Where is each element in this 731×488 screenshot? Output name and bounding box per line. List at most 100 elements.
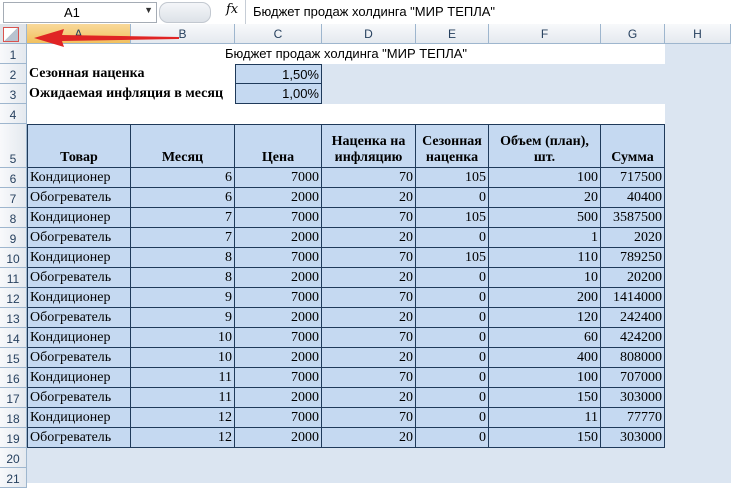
table-cell[interactable]: 1 — [489, 228, 601, 248]
row-header-10[interactable]: 10 — [0, 248, 27, 268]
table-cell[interactable]: Обогреватель — [27, 428, 131, 448]
table-cell[interactable]: 9 — [131, 288, 235, 308]
table-cell[interactable]: 7000 — [235, 368, 322, 388]
table-cell[interactable]: 9 — [131, 308, 235, 328]
row-header-21[interactable]: 21 — [0, 468, 27, 488]
table-cell[interactable]: 105 — [416, 208, 489, 228]
table-cell[interactable]: 0 — [416, 408, 489, 428]
table-cell[interactable]: 500 — [489, 208, 601, 228]
column-header-e[interactable]: E — [416, 24, 489, 44]
table-cell[interactable]: 8 — [131, 248, 235, 268]
table-cell[interactable]: 2000 — [235, 188, 322, 208]
table-cell[interactable]: 77770 — [601, 408, 665, 428]
table-cell[interactable]: 20 — [322, 348, 416, 368]
chevron-down-icon[interactable]: ▼ — [144, 5, 153, 15]
table-cell[interactable]: Кондиционер — [27, 208, 131, 228]
table-cell[interactable]: 150 — [489, 428, 601, 448]
column-header-h[interactable]: H — [665, 24, 731, 44]
table-cell[interactable]: Обогреватель — [27, 268, 131, 288]
table-cell[interactable]: Кондиционер — [27, 168, 131, 188]
table-cell[interactable]: 2000 — [235, 428, 322, 448]
row-header-5[interactable]: 5 — [0, 124, 27, 168]
row-header-12[interactable]: 12 — [0, 288, 27, 308]
table-cell[interactable]: 808000 — [601, 348, 665, 368]
table-cell[interactable]: Кондиционер — [27, 248, 131, 268]
formula-input[interactable]: Бюджет продаж холдинга "МИР ТЕПЛА" — [253, 4, 495, 19]
row-header-11[interactable]: 11 — [0, 268, 27, 288]
table-cell[interactable]: Обогреватель — [27, 228, 131, 248]
row-header-3[interactable]: 3 — [0, 84, 27, 104]
column-header-c[interactable]: C — [235, 24, 322, 44]
row-header-13[interactable]: 13 — [0, 308, 27, 328]
table-cell[interactable]: 20 — [322, 268, 416, 288]
table-cell[interactable]: 7000 — [235, 288, 322, 308]
table-cell[interactable]: Кондиционер — [27, 328, 131, 348]
table-cell[interactable]: Кондиционер — [27, 368, 131, 388]
column-header-d[interactable]: D — [322, 24, 416, 44]
table-cell[interactable]: 70 — [322, 168, 416, 188]
table-cell[interactable]: 2000 — [235, 388, 322, 408]
table-cell[interactable]: 20 — [322, 228, 416, 248]
table-cell[interactable]: Обогреватель — [27, 388, 131, 408]
table-cell[interactable]: 7000 — [235, 408, 322, 428]
row-header-17[interactable]: 17 — [0, 388, 27, 408]
table-cell[interactable]: 8 — [131, 268, 235, 288]
row-header-4[interactable]: 4 — [0, 104, 27, 124]
table-cell[interactable]: 707000 — [601, 368, 665, 388]
table-cell[interactable]: 11 — [131, 368, 235, 388]
table-cell[interactable]: 0 — [416, 428, 489, 448]
table-cell[interactable]: 20 — [322, 308, 416, 328]
table-cell[interactable]: 1414000 — [601, 288, 665, 308]
row-header-8[interactable]: 8 — [0, 208, 27, 228]
table-cell[interactable]: 7000 — [235, 248, 322, 268]
table-cell[interactable]: 70 — [322, 288, 416, 308]
table-cell[interactable]: 0 — [416, 328, 489, 348]
select-all-corner[interactable] — [0, 24, 27, 44]
table-cell[interactable]: 242400 — [601, 308, 665, 328]
table-cell[interactable]: 12 — [131, 408, 235, 428]
table-cell[interactable]: 20200 — [601, 268, 665, 288]
param-value[interactable]: 1,00% — [235, 84, 322, 104]
table-cell[interactable]: 0 — [416, 268, 489, 288]
table-cell[interactable]: 400 — [489, 348, 601, 368]
row-header-18[interactable]: 18 — [0, 408, 27, 428]
table-cell[interactable]: 303000 — [601, 428, 665, 448]
table-cell[interactable]: 70 — [322, 408, 416, 428]
table-cell[interactable]: 2000 — [235, 348, 322, 368]
table-cell[interactable]: Обогреватель — [27, 188, 131, 208]
table-cell[interactable]: 105 — [416, 248, 489, 268]
table-cell[interactable]: 7 — [131, 228, 235, 248]
table-cell[interactable]: 7000 — [235, 208, 322, 228]
table-cell[interactable]: 70 — [322, 328, 416, 348]
table-cell[interactable]: 40400 — [601, 188, 665, 208]
row-header-7[interactable]: 7 — [0, 188, 27, 208]
table-cell[interactable]: 20 — [322, 388, 416, 408]
table-cell[interactable]: 20 — [489, 188, 601, 208]
table-cell[interactable]: 2000 — [235, 228, 322, 248]
table-cell[interactable]: 717500 — [601, 168, 665, 188]
table-cell[interactable]: 2000 — [235, 308, 322, 328]
row-header-15[interactable]: 15 — [0, 348, 27, 368]
table-cell[interactable]: 789250 — [601, 248, 665, 268]
row-header-16[interactable]: 16 — [0, 368, 27, 388]
table-cell[interactable]: 0 — [416, 308, 489, 328]
table-cell[interactable]: 2020 — [601, 228, 665, 248]
table-cell[interactable]: 110 — [489, 248, 601, 268]
table-cell[interactable]: Обогреватель — [27, 348, 131, 368]
table-cell[interactable]: 10 — [489, 268, 601, 288]
table-cell[interactable]: 11 — [489, 408, 601, 428]
row-header-1[interactable]: 1 — [0, 44, 27, 64]
table-cell[interactable]: 7 — [131, 208, 235, 228]
row-header-14[interactable]: 14 — [0, 328, 27, 348]
name-box[interactable]: A1 ▼ — [3, 2, 157, 23]
table-cell[interactable]: 70 — [322, 248, 416, 268]
table-cell[interactable]: Обогреватель — [27, 308, 131, 328]
table-cell[interactable]: 303000 — [601, 388, 665, 408]
table-cell[interactable]: 12 — [131, 428, 235, 448]
table-cell[interactable]: 70 — [322, 368, 416, 388]
table-cell[interactable]: 6 — [131, 188, 235, 208]
table-cell[interactable]: 424200 — [601, 328, 665, 348]
table-cell[interactable]: 10 — [131, 348, 235, 368]
table-cell[interactable]: 105 — [416, 168, 489, 188]
param-value[interactable]: 1,50% — [235, 64, 322, 84]
